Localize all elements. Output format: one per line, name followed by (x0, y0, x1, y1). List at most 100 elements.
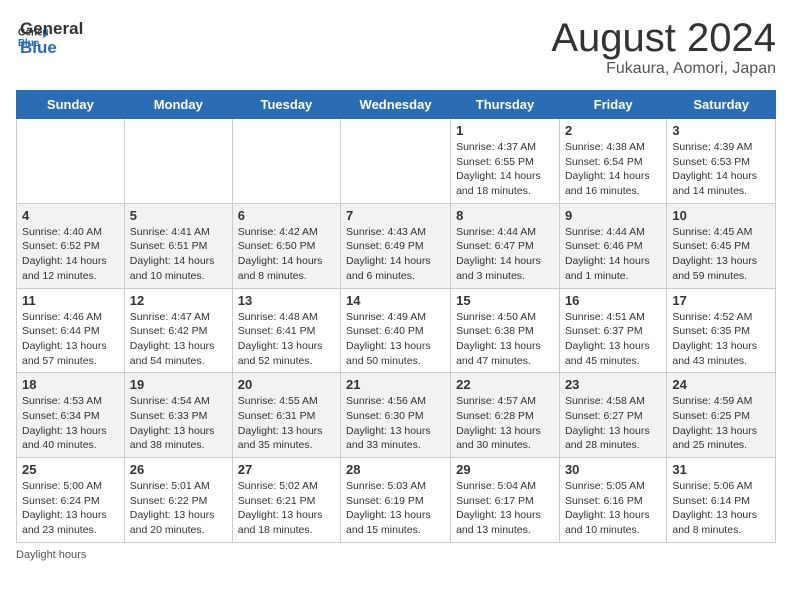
calendar-cell: 16 Sunrise: 4:51 AM Sunset: 6:37 PM Dayli… (559, 288, 666, 373)
day-info: Sunrise: 4:49 AM Sunset: 6:40 PM Dayligh… (346, 310, 445, 369)
calendar-cell: 9Sunrise: 4:44 AM Sunset: 6:46 PM Daylig… (559, 203, 666, 288)
day-number: 28 (346, 462, 445, 477)
calendar-cell: 29 Sunrise: 5:04 AM Sunset: 6:17 PM Dayli… (451, 458, 560, 543)
day-info: Sunrise: 4:47 AM Sunset: 6:42 PM Dayligh… (130, 310, 227, 369)
calendar-cell: 21Sunrise: 4:56 AM Sunset: 6:30 PM Dayli… (341, 373, 451, 458)
calendar-cell: 18Sunrise: 4:53 AM Sunset: 6:34 PM Dayli… (17, 373, 125, 458)
calendar-cell: 25Sunrise: 5:00 AM Sunset: 6:24 PM Dayli… (17, 458, 125, 543)
day-info: Sunrise: 4:52 AM Sunset: 6:35 PM Dayligh… (672, 310, 770, 369)
calendar-cell: 13 Sunrise: 4:48 AM Sunset: 6:41 PM Dayli… (232, 288, 340, 373)
calendar-cell: 10Sunrise: 4:45 AM Sunset: 6:45 PM Dayli… (667, 203, 776, 288)
calendar-cell: 17 Sunrise: 4:52 AM Sunset: 6:35 PM Dayli… (667, 288, 776, 373)
day-info: Sunrise: 4:58 AM Sunset: 6:27 PM Dayligh… (565, 394, 661, 453)
calendar-table: SundayMondayTuesdayWednesdayThursdayFrid… (16, 90, 776, 543)
day-info: Sunrise: 4:55 AM Sunset: 6:31 PM Dayligh… (238, 394, 335, 453)
day-number: 13 (238, 293, 335, 308)
calendar-cell: 28 Sunrise: 5:03 AM Sunset: 6:19 PM Dayli… (341, 458, 451, 543)
day-number: 22 (456, 377, 554, 392)
day-number: 1 (456, 123, 554, 138)
day-of-week-header: Wednesday (341, 91, 451, 119)
day-info: Sunrise: 4:38 AM Sunset: 6:54 PM Dayligh… (565, 140, 661, 199)
day-info: Sunrise: 4:39 AM Sunset: 6:53 PM Dayligh… (672, 140, 770, 199)
calendar-cell: 26 Sunrise: 5:01 AM Sunset: 6:22 PM Dayli… (124, 458, 232, 543)
day-info: Sunrise: 4:50 AM Sunset: 6:38 PM Dayligh… (456, 310, 554, 369)
calendar-cell: 30 Sunrise: 5:05 AM Sunset: 6:16 PM Dayli… (559, 458, 666, 543)
day-info: Sunrise: 5:01 AM Sunset: 6:22 PM Dayligh… (130, 479, 227, 538)
day-number: 4 (22, 208, 119, 223)
day-info: Sunrise: 4:40 AM Sunset: 6:52 PM Dayligh… (22, 225, 119, 284)
day-number: 2 (565, 123, 661, 138)
calendar-cell (341, 119, 451, 204)
calendar-cell: 27Sunrise: 5:02 AM Sunset: 6:21 PM Dayli… (232, 458, 340, 543)
day-info: Sunrise: 5:05 AM Sunset: 6:16 PM Dayligh… (565, 479, 661, 538)
calendar-cell: 5 Sunrise: 4:41 AM Sunset: 6:51 PM Daylig… (124, 203, 232, 288)
calendar-cell: 7Sunrise: 4:43 AM Sunset: 6:49 PM Daylig… (341, 203, 451, 288)
calendar-cell: 12 Sunrise: 4:47 AM Sunset: 6:42 PM Dayli… (124, 288, 232, 373)
day-info: Sunrise: 4:51 AM Sunset: 6:37 PM Dayligh… (565, 310, 661, 369)
day-number: 21 (346, 377, 445, 392)
day-info: Sunrise: 4:59 AM Sunset: 6:25 PM Dayligh… (672, 394, 770, 453)
day-info: Sunrise: 4:37 AM Sunset: 6:55 PM Dayligh… (456, 140, 554, 199)
day-info: Sunrise: 4:53 AM Sunset: 6:34 PM Dayligh… (22, 394, 119, 453)
calendar-cell: 14 Sunrise: 4:49 AM Sunset: 6:40 PM Dayli… (341, 288, 451, 373)
day-of-week-header: Saturday (667, 91, 776, 119)
calendar-cell: 11Sunrise: 4:46 AM Sunset: 6:44 PM Dayli… (17, 288, 125, 373)
day-number: 10 (672, 208, 770, 223)
month-year-title: August 2024 (551, 16, 776, 60)
calendar-cell: 15 Sunrise: 4:50 AM Sunset: 6:38 PM Dayli… (451, 288, 560, 373)
day-number: 23 (565, 377, 661, 392)
day-number: 7 (346, 208, 445, 223)
day-of-week-header: Monday (124, 91, 232, 119)
logo: General Blue General Blue (16, 16, 83, 57)
day-number: 16 (565, 293, 661, 308)
day-number: 24 (672, 377, 770, 392)
day-number: 19 (130, 377, 227, 392)
calendar-cell: 23 Sunrise: 4:58 AM Sunset: 6:27 PM Dayli… (559, 373, 666, 458)
day-info: Sunrise: 4:41 AM Sunset: 6:51 PM Dayligh… (130, 225, 227, 284)
calendar-week-row: 1 Sunrise: 4:37 AM Sunset: 6:55 PM Daylig… (17, 119, 776, 204)
calendar-week-row: 11Sunrise: 4:46 AM Sunset: 6:44 PM Dayli… (17, 288, 776, 373)
calendar-cell: 19Sunrise: 4:54 AM Sunset: 6:33 PM Dayli… (124, 373, 232, 458)
day-info: Sunrise: 4:42 AM Sunset: 6:50 PM Dayligh… (238, 225, 335, 284)
day-info: Sunrise: 4:44 AM Sunset: 6:46 PM Dayligh… (565, 225, 661, 284)
day-info: Sunrise: 5:06 AM Sunset: 6:14 PM Dayligh… (672, 479, 770, 538)
logo-general: General (20, 20, 83, 39)
header: General Blue General Blue August 2024 Fu… (16, 16, 776, 78)
calendar-week-row: 18Sunrise: 4:53 AM Sunset: 6:34 PM Dayli… (17, 373, 776, 458)
calendar-cell (17, 119, 125, 204)
calendar-cell (232, 119, 340, 204)
calendar-cell: 6 Sunrise: 4:42 AM Sunset: 6:50 PM Daylig… (232, 203, 340, 288)
day-of-week-header: Thursday (451, 91, 560, 119)
title-area: August 2024 Fukaura, Aomori, Japan (551, 16, 776, 78)
day-number: 5 (130, 208, 227, 223)
day-number: 26 (130, 462, 227, 477)
calendar-cell: 20 Sunrise: 4:55 AM Sunset: 6:31 PM Dayli… (232, 373, 340, 458)
day-info: Sunrise: 4:46 AM Sunset: 6:44 PM Dayligh… (22, 310, 119, 369)
day-of-week-header: Friday (559, 91, 666, 119)
day-number: 27 (238, 462, 335, 477)
day-number: 30 (565, 462, 661, 477)
footer-note: Daylight hours (16, 549, 776, 561)
day-info: Sunrise: 4:48 AM Sunset: 6:41 PM Dayligh… (238, 310, 335, 369)
day-of-week-header: Sunday (17, 91, 125, 119)
calendar-header-row: SundayMondayTuesdayWednesdayThursdayFrid… (17, 91, 776, 119)
day-number: 8 (456, 208, 554, 223)
day-info: Sunrise: 4:57 AM Sunset: 6:28 PM Dayligh… (456, 394, 554, 453)
day-number: 14 (346, 293, 445, 308)
calendar-cell: 4 Sunrise: 4:40 AM Sunset: 6:52 PM Daylig… (17, 203, 125, 288)
day-number: 25 (22, 462, 119, 477)
calendar-week-row: 25Sunrise: 5:00 AM Sunset: 6:24 PM Dayli… (17, 458, 776, 543)
calendar-cell: 22 Sunrise: 4:57 AM Sunset: 6:28 PM Dayli… (451, 373, 560, 458)
calendar-cell: 8 Sunrise: 4:44 AM Sunset: 6:47 PM Daylig… (451, 203, 560, 288)
day-number: 12 (130, 293, 227, 308)
day-number: 31 (672, 462, 770, 477)
day-info: Sunrise: 4:44 AM Sunset: 6:47 PM Dayligh… (456, 225, 554, 284)
day-info: Sunrise: 5:03 AM Sunset: 6:19 PM Dayligh… (346, 479, 445, 538)
day-number: 6 (238, 208, 335, 223)
day-number: 29 (456, 462, 554, 477)
day-number: 20 (238, 377, 335, 392)
day-number: 15 (456, 293, 554, 308)
day-number: 17 (672, 293, 770, 308)
day-info: Sunrise: 5:04 AM Sunset: 6:17 PM Dayligh… (456, 479, 554, 538)
day-number: 3 (672, 123, 770, 138)
